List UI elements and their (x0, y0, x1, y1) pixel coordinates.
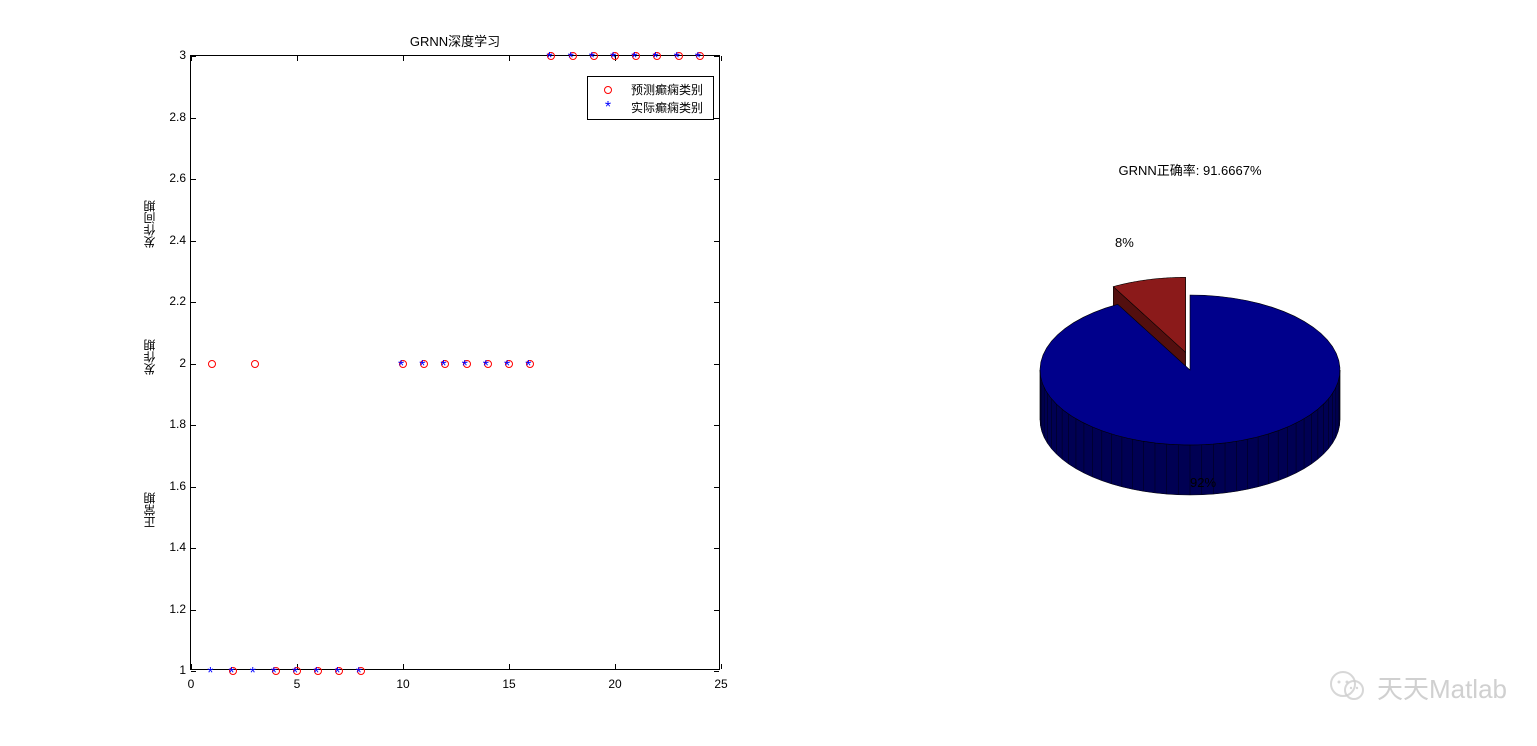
star-marker: * (631, 47, 641, 65)
y-tick (191, 241, 196, 242)
star-marker: * (334, 662, 344, 680)
y-tick (714, 179, 719, 180)
y-tick (191, 610, 196, 611)
x-tick (615, 664, 616, 669)
y-tick-label: 1 (151, 663, 186, 677)
pie-chart: GRNN正确率: 91.6667% 8% 92% (1000, 260, 1380, 520)
star-marker: * (462, 355, 472, 373)
y-tick (191, 487, 196, 488)
scatter-plot-area: *********************** (191, 56, 719, 669)
star-marker: * (525, 355, 535, 373)
x-tick-label: 25 (711, 677, 731, 691)
x-tick-label: 20 (605, 677, 625, 691)
x-tick (509, 56, 510, 61)
pie-label-large: 92% (1190, 475, 1216, 490)
y-tick (191, 671, 196, 672)
y-tick-label: 1.4 (151, 540, 186, 554)
y-tick (714, 548, 719, 549)
x-tick (509, 664, 510, 669)
watermark: 天天Matlab (1329, 668, 1507, 706)
x-tick (721, 664, 722, 669)
star-marker: * (440, 355, 450, 373)
x-tick (403, 664, 404, 669)
x-tick (403, 56, 404, 61)
y-tick (714, 241, 719, 242)
star-marker: * (568, 47, 578, 65)
y-tick (191, 179, 196, 180)
star-marker: * (207, 662, 217, 680)
star-marker: * (483, 355, 493, 373)
y-segment-label: 发作间期 (141, 200, 158, 248)
star-marker: * (652, 47, 662, 65)
y-tick (191, 425, 196, 426)
star-marker: * (610, 47, 620, 65)
scatter-chart: GRNN深度学习 预测癫痫类别 * 实际癫痫类别 ***************… (190, 55, 720, 670)
star-marker: * (589, 47, 599, 65)
x-tick (721, 56, 722, 61)
star-marker: * (356, 662, 366, 680)
y-tick (714, 302, 719, 303)
y-tick (191, 302, 196, 303)
y-tick-label: 2.6 (151, 171, 186, 185)
y-tick (191, 56, 196, 57)
x-tick (191, 664, 192, 669)
y-tick-label: 3 (151, 48, 186, 62)
y-tick (191, 548, 196, 549)
y-tick-label: 1.2 (151, 602, 186, 616)
circle-marker (251, 355, 259, 373)
y-tick (191, 118, 196, 119)
star-marker: * (313, 662, 323, 680)
star-marker: * (271, 662, 281, 680)
y-tick-label: 2.2 (151, 294, 186, 308)
y-tick-label: 2.8 (151, 110, 186, 124)
star-marker: * (546, 47, 556, 65)
y-tick (714, 56, 719, 57)
y-tick (714, 364, 719, 365)
watermark-text: 天天Matlab (1377, 669, 1507, 706)
star-marker: * (228, 662, 238, 680)
x-tick (297, 56, 298, 61)
x-tick-label: 5 (287, 677, 307, 691)
y-tick (714, 118, 719, 119)
pie-top (1040, 295, 1340, 445)
y-tick (714, 487, 719, 488)
x-tick-label: 10 (393, 677, 413, 691)
star-marker: * (695, 47, 705, 65)
y-tick (714, 610, 719, 611)
y-tick-label: 1.6 (151, 479, 186, 493)
y-tick (714, 671, 719, 672)
circle-marker (208, 355, 216, 373)
scatter-title: GRNN深度学习 (410, 31, 500, 50)
y-segment-label: 正常期 (141, 492, 158, 528)
y-tick (191, 364, 196, 365)
star-marker: * (398, 355, 408, 373)
star-marker: * (674, 47, 684, 65)
pie-svg (1000, 260, 1380, 560)
x-tick-label: 0 (181, 677, 201, 691)
star-marker: * (504, 355, 514, 373)
pie-label-small: 8% (1115, 235, 1134, 250)
wechat-icon (1329, 668, 1367, 706)
pie-title: GRNN正确率: 91.6667% (1118, 160, 1261, 179)
star-marker: * (250, 662, 260, 680)
x-tick-label: 15 (499, 677, 519, 691)
star-marker: * (419, 355, 429, 373)
y-segment-label: 发作期 (141, 339, 158, 375)
y-tick (714, 425, 719, 426)
y-tick-label: 1.8 (151, 417, 186, 431)
